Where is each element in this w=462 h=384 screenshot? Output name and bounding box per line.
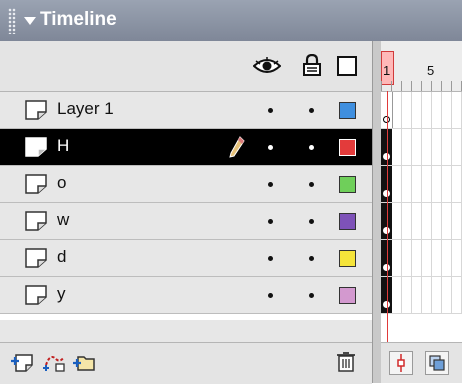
layers-footer — [0, 342, 372, 384]
lock-toggle[interactable] — [309, 108, 314, 113]
layer-name: Layer 1 — [57, 99, 114, 118]
collapse-triangle-icon[interactable] — [24, 17, 36, 25]
frame-row[interactable] — [381, 203, 462, 240]
layer-name: d — [57, 247, 67, 266]
frame-number: 1 — [383, 63, 391, 78]
layer-name: w — [57, 210, 70, 229]
pencil-icon — [229, 136, 245, 158]
visibility-toggle[interactable] — [268, 182, 273, 187]
layers-empty-area — [0, 320, 372, 342]
outline-icon[interactable] — [337, 56, 357, 76]
layer-row[interactable]: y — [0, 277, 372, 314]
frame-row[interactable] — [381, 240, 462, 277]
frame-number: 5 — [427, 63, 435, 78]
panel-title: Timeline — [40, 9, 117, 30]
frame-row[interactable] — [381, 277, 462, 314]
layer-page-icon — [25, 100, 47, 120]
timeline-title-bar[interactable]: Timeline — [0, 0, 462, 42]
frame-ruler[interactable]: 1 5 — [381, 41, 462, 92]
frames-footer — [381, 342, 462, 383]
visibility-toggle[interactable] — [268, 145, 273, 150]
visibility-toggle[interactable] — [268, 108, 273, 113]
lock-toggle[interactable] — [309, 145, 314, 150]
layer-page-icon — [25, 248, 47, 268]
delete-layer-icon[interactable] — [334, 351, 358, 373]
layer-page-icon — [25, 137, 47, 157]
frames-area[interactable]: 1 5 — [381, 41, 462, 383]
eye-icon[interactable] — [253, 57, 281, 75]
outline-color-swatch[interactable] — [339, 250, 356, 267]
visibility-toggle[interactable] — [268, 293, 273, 298]
layer-page-icon — [25, 211, 47, 231]
outline-color-swatch[interactable] — [339, 176, 356, 193]
lock-toggle[interactable] — [309, 182, 314, 187]
frame-row[interactable] — [381, 129, 462, 166]
layer-row[interactable]: Layer 1 — [0, 92, 372, 129]
frame-row[interactable] — [381, 166, 462, 203]
layer-row[interactable]: d — [0, 240, 372, 277]
outline-color-swatch[interactable] — [339, 213, 356, 230]
layers-header — [0, 41, 372, 92]
onion-skin-icon[interactable] — [425, 351, 449, 375]
outline-color-swatch[interactable] — [339, 102, 356, 119]
layer-row[interactable]: o — [0, 166, 372, 203]
visibility-toggle[interactable] — [268, 256, 273, 261]
ruler-ticks — [381, 81, 462, 91]
lock-toggle[interactable] — [309, 293, 314, 298]
add-motion-guide-icon[interactable] — [42, 351, 66, 373]
insert-layer-icon[interactable] — [10, 351, 34, 373]
layer-name: H — [57, 136, 70, 155]
frame-row[interactable] — [381, 92, 462, 129]
layer-name: y — [57, 284, 66, 303]
lock-toggle[interactable] — [309, 256, 314, 261]
layer-page-icon — [25, 174, 47, 194]
outline-color-swatch[interactable] — [339, 139, 356, 156]
visibility-toggle[interactable] — [268, 219, 273, 224]
layer-name: o — [57, 173, 67, 192]
center-frame-icon[interactable] — [389, 351, 413, 375]
lock-toggle[interactable] — [309, 219, 314, 224]
layer-page-icon — [25, 285, 47, 305]
outline-color-swatch[interactable] — [339, 287, 356, 304]
playhead-line — [387, 91, 388, 345]
layer-row[interactable]: w — [0, 203, 372, 240]
panel-grip-handle[interactable] — [8, 8, 16, 34]
lock-icon[interactable] — [303, 54, 321, 76]
insert-layer-folder-icon[interactable] — [72, 351, 96, 373]
layer-row-selected[interactable]: H — [0, 129, 372, 166]
